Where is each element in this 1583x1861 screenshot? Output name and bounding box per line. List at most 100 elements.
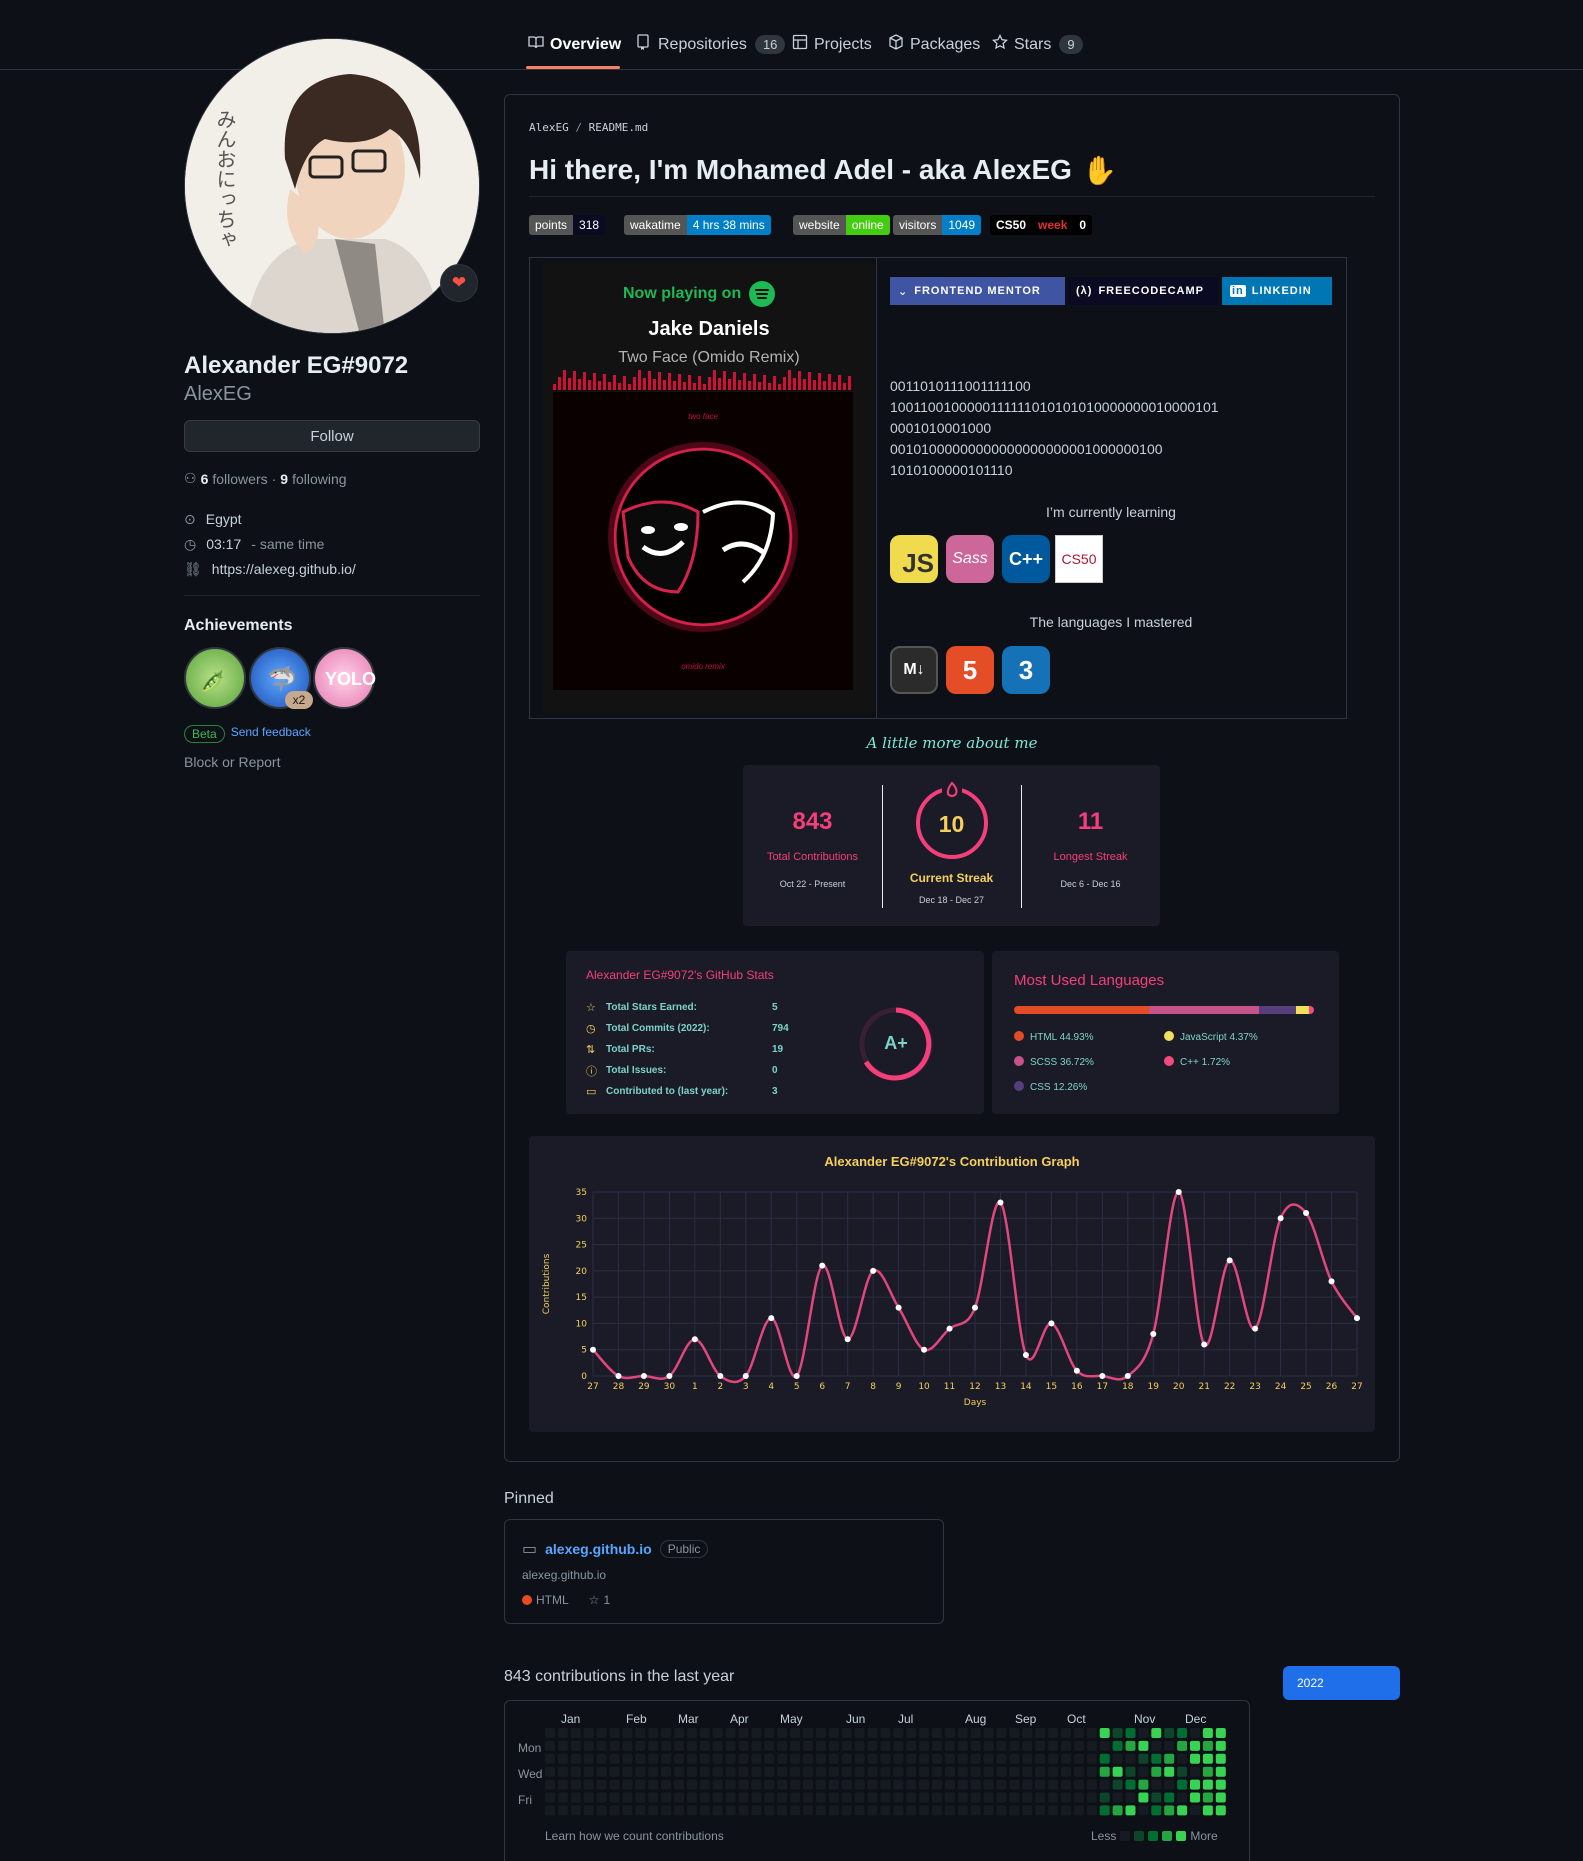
contribution-day[interactable] [1086,1753,1097,1764]
contribution-day[interactable] [622,1753,633,1764]
contribution-day[interactable] [841,1740,852,1751]
year-2022-button[interactable]: 2022 [1283,1666,1400,1700]
contribution-day[interactable] [1073,1728,1084,1738]
contribution-day[interactable] [1086,1805,1097,1816]
contribution-day[interactable] [1035,1779,1046,1790]
contribution-day[interactable] [803,1766,813,1777]
contribution-day[interactable] [1151,1740,1162,1751]
data-point[interactable] [870,1267,877,1274]
contribution-day[interactable] [1125,1740,1136,1751]
contribution-day[interactable] [725,1728,736,1738]
contribution-day[interactable] [996,1728,1007,1738]
contribution-day[interactable] [648,1728,659,1738]
contribution-day[interactable] [1022,1792,1033,1803]
contribution-day[interactable] [764,1792,775,1803]
contribution-day[interactable] [725,1753,736,1764]
contribution-day[interactable] [661,1728,672,1738]
contribution-day[interactable] [919,1753,930,1764]
contribution-day[interactable] [970,1792,981,1803]
contribution-day[interactable] [545,1728,555,1738]
contribution-day[interactable] [764,1766,775,1777]
contribution-day[interactable] [583,1805,594,1816]
contribution-day[interactable] [622,1779,633,1790]
contribution-day[interactable] [828,1766,839,1777]
contribution-day[interactable] [1035,1766,1046,1777]
contribution-day[interactable] [919,1766,930,1777]
contribution-day[interactable] [1190,1728,1200,1738]
contribution-day[interactable] [622,1740,633,1751]
contribution-day[interactable] [648,1766,659,1777]
data-point[interactable] [768,1315,775,1322]
contribution-day[interactable] [609,1779,620,1790]
contribution-day[interactable] [880,1753,891,1764]
contribution-day[interactable] [557,1805,568,1816]
contribution-day[interactable] [970,1766,981,1777]
contribution-day[interactable] [1048,1779,1059,1790]
contribution-day[interactable] [545,1753,555,1764]
contribution-day[interactable] [674,1740,684,1751]
contribution-day[interactable] [983,1753,994,1764]
contribution-day[interactable] [880,1805,891,1816]
contribution-day[interactable] [1190,1779,1200,1790]
contribution-day[interactable] [1073,1805,1084,1816]
contribution-day[interactable] [764,1805,775,1816]
contribution-day[interactable] [1099,1792,1110,1803]
contribution-day[interactable] [674,1728,684,1738]
contribution-day[interactable] [919,1792,930,1803]
contribution-day[interactable] [1164,1728,1175,1738]
data-point[interactable] [1150,1330,1157,1337]
contribution-day[interactable] [867,1805,878,1816]
contribution-day[interactable] [777,1779,788,1790]
linkedin-badge[interactable]: in LINKEDIN [1222,277,1332,305]
data-point[interactable] [717,1373,724,1379]
contribution-day[interactable] [751,1805,762,1816]
contribution-day[interactable] [983,1779,994,1790]
points-badge[interactable]: points 318 [529,215,606,235]
contribution-day[interactable] [957,1740,968,1751]
contribution-day[interactable] [635,1753,646,1764]
contribution-day[interactable] [1202,1728,1213,1738]
contribution-day[interactable] [996,1766,1007,1777]
contribution-day[interactable] [1022,1805,1033,1816]
contribution-day[interactable] [983,1766,994,1777]
contribution-day[interactable] [880,1740,891,1751]
data-point[interactable] [972,1304,978,1311]
contribution-day[interactable] [777,1766,788,1777]
data-point[interactable] [1354,1315,1360,1322]
contribution-day[interactable] [1035,1728,1046,1738]
contribution-day[interactable] [983,1792,994,1803]
contribution-day[interactable] [545,1792,555,1803]
following-count[interactable]: 9 [280,471,288,487]
data-point[interactable] [793,1373,800,1379]
contribution-day[interactable] [738,1779,749,1790]
contribution-day[interactable] [841,1805,852,1816]
star-icon[interactable]: ☆ [589,1593,600,1607]
contribution-day[interactable] [609,1805,620,1816]
contribution-day[interactable] [880,1766,891,1777]
contribution-day[interactable] [1202,1805,1213,1816]
contribution-day[interactable] [648,1753,659,1764]
contribution-day[interactable] [815,1766,826,1777]
contribution-day[interactable] [570,1740,581,1751]
contribution-day[interactable] [790,1792,801,1803]
contribution-day[interactable] [906,1766,917,1777]
contribution-day[interactable] [661,1753,672,1764]
follow-button[interactable]: Follow [184,420,480,452]
contribution-day[interactable] [1048,1740,1059,1751]
pinned-repo-stars[interactable]: 1 [603,1593,610,1607]
contribution-day[interactable] [893,1766,904,1777]
contribution-day[interactable] [867,1792,878,1803]
path-user[interactable]: AlexEG [529,121,569,134]
contribution-day[interactable] [1138,1792,1149,1803]
contribution-day[interactable] [867,1753,878,1764]
contribution-day[interactable] [725,1766,736,1777]
contribution-day[interactable] [596,1779,607,1790]
block-report-link[interactable]: Block or Report [184,754,280,770]
contribution-day[interactable] [957,1766,968,1777]
contribution-day[interactable] [1138,1779,1149,1790]
contribution-day[interactable] [1164,1753,1175,1764]
contribution-day[interactable] [738,1792,749,1803]
contribution-day[interactable] [803,1779,813,1790]
contribution-day[interactable] [828,1753,839,1764]
contribution-day[interactable] [1151,1753,1162,1764]
